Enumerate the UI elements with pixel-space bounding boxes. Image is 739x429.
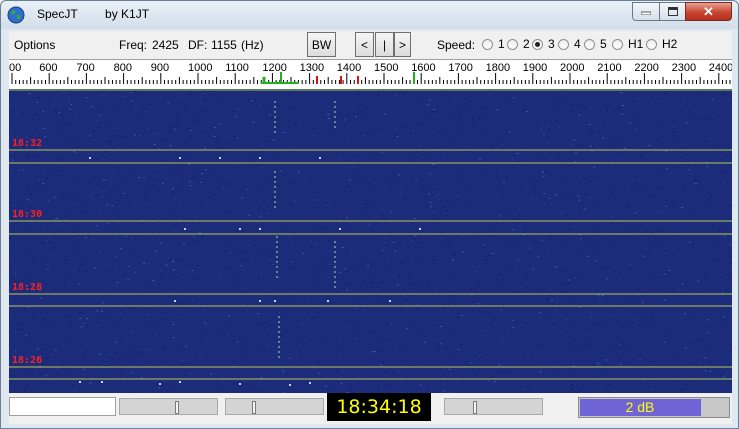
globe-icon [7,6,25,24]
scale-tick-label: 1700 [448,62,472,74]
timestamp-label: 18:30 [12,209,42,220]
speed-label: Speed: [437,38,476,52]
prev-button[interactable]: < [355,32,374,57]
speed-radio-5[interactable]: 5 [584,37,607,51]
client-area: Options Freq: 2425 DF: 1155 (Hz) BW < | … [9,31,732,424]
app-name: SpecJT [37,7,78,21]
contrast-slider[interactable] [225,398,324,415]
scale-tick-label: 2100 [597,62,621,74]
close-button[interactable]: ✕ [685,2,732,21]
scale-tick-label: 1800 [486,62,510,74]
slider-thumb[interactable] [473,401,477,414]
scale-tick-label: 2400 [709,62,732,74]
minimize-button[interactable] [632,2,660,21]
radio-label: 2 [523,37,530,51]
radio-label: H1 [628,37,644,51]
scale-tick-label: 2200 [634,62,658,74]
menu-options[interactable]: Options [14,38,55,52]
df-label: DF: [188,38,208,52]
radio-indicator[interactable] [507,38,518,50]
app-author: by K1JT [105,7,150,21]
scale-tick-label: 700 [76,62,94,74]
speed-radio-h2[interactable]: H2 [646,37,677,51]
scale-tick-label: 1400 [337,62,361,74]
bw-button[interactable]: BW [307,32,336,57]
window-title: SpecJT by K1JT [37,7,173,21]
status-field [9,397,116,416]
freq-value: 2425 [152,38,179,52]
maximize-icon [667,7,678,16]
signal-level-meter: 2 dB [578,397,730,418]
scale-tick-label: 800 [114,62,132,74]
freq-label: Freq: [119,38,148,52]
scale-tick-label: 600 [39,62,57,74]
speed-radio-1[interactable]: 1 [482,37,505,51]
radio-indicator[interactable] [584,38,595,50]
frequency-scale-svg: 00 600 700 800 900 1000 1100 1200 1300 1400 1500 16… [9,62,732,84]
df-unit: (Hz) [241,38,264,52]
df-value: 1155 [211,38,237,52]
scale-tick-label: 900 [151,62,169,74]
waterfall-background [9,91,732,393]
radio-indicator[interactable] [612,38,623,50]
minimize-icon [641,11,651,15]
radio-indicator[interactable] [482,38,493,50]
scale-tick-label: 1900 [523,62,547,74]
radio-label: 4 [574,37,581,51]
waterfall-display[interactable]: 18:32 18:30 18:28 18:26 [9,89,732,393]
radio-label: 3 [548,37,555,51]
timestamp-label: 18:32 [12,138,42,149]
radio-indicator[interactable] [646,38,657,50]
scale-tick-label: 2300 [672,62,696,74]
radio-label: 1 [498,37,505,51]
timestamp-label: 18:26 [12,355,42,366]
scale-tick-label: 1100 [225,62,249,74]
scale-tick-label: 1200 [262,62,286,74]
menu-bar: Options Freq: 2425 DF: 1155 (Hz) BW < | … [9,31,732,58]
title-bar[interactable]: SpecJT by K1JT ✕ [1,1,738,29]
signal-level-text: 2 dB [625,399,655,415]
timestamp-label: 18:28 [12,282,42,293]
specjt-window: SpecJT by K1JT ✕ Options Freq: 2425 DF: … [0,0,739,429]
radio-label: H2 [662,37,678,51]
radio-indicator[interactable] [532,38,543,50]
scale-tick-label: 00 [9,62,21,74]
close-icon: ✕ [703,3,714,19]
speed-radio-2[interactable]: 2 [507,37,530,51]
scale-tick-label: 2000 [560,62,584,74]
center-button[interactable]: | [375,32,394,57]
scale-tick-label: 1500 [374,62,398,74]
slider-thumb[interactable] [175,401,179,414]
brightness-slider[interactable] [119,398,218,415]
speed-radio-h1[interactable]: H1 [612,37,643,51]
slider-thumb[interactable] [252,401,256,414]
status-bar: 18:34:18 2 dB [9,393,732,424]
utc-clock: 18:34:18 [327,393,431,421]
speed-radio-3[interactable]: 3 [532,37,555,51]
radio-label: 5 [600,37,607,51]
radio-indicator[interactable] [558,38,569,50]
next-button[interactable]: > [394,32,411,57]
scale-tick-label: 1300 [300,62,324,74]
frequency-scale[interactable]: 00 600 700 800 900 1000 1100 1200 1300 1400 1500 16… [9,59,732,89]
scale-tick-label: 1000 [188,62,212,74]
gain-slider[interactable] [444,398,543,415]
speed-radio-4[interactable]: 4 [558,37,581,51]
maximize-button[interactable] [659,2,686,21]
waterfall-svg: 18:32 18:30 18:28 18:26 [9,91,732,393]
